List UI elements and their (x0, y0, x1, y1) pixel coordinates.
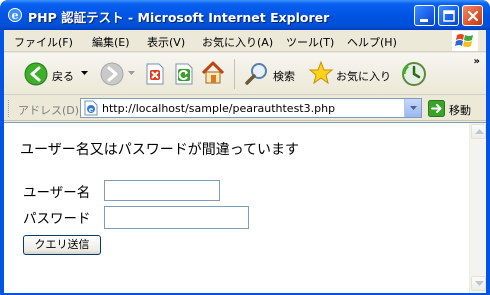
address-field[interactable]: e http://localhost/sample/pearauthtest3.… (80, 98, 422, 118)
menu-favorites[interactable]: お気に入り(A) (202, 34, 273, 50)
minimize-icon (420, 19, 428, 22)
close-icon (467, 10, 479, 22)
scroll-down-button[interactable] (471, 276, 486, 291)
password-label: パスワード (23, 211, 91, 227)
scroll-up-icon (475, 129, 484, 134)
address-label: アドレス(D) (18, 104, 80, 117)
close-button[interactable] (462, 5, 483, 26)
search-label[interactable]: 検索 (273, 68, 295, 84)
forward-dropdown-icon[interactable] (128, 71, 135, 76)
maximize-button[interactable] (438, 5, 459, 26)
ie-icon: e (8, 8, 22, 22)
menu-tools[interactable]: ツール(T) (286, 34, 334, 50)
go-arrow-icon[interactable] (428, 100, 445, 117)
toolbar: 戻る 検索 お気に入り » (4, 53, 486, 95)
username-label: ユーザー名 (23, 185, 91, 201)
error-message: ユーザー名又はパスワードが間違っています (20, 142, 300, 158)
username-input[interactable] (104, 180, 220, 201)
stop-icon[interactable] (145, 63, 165, 85)
back-label[interactable]: 戻る (52, 68, 74, 84)
history-icon[interactable] (400, 60, 428, 88)
back-dropdown-icon[interactable] (81, 71, 88, 76)
address-url: http://localhost/sample/pearauthtest3.ph… (102, 102, 336, 115)
address-dropdown-button[interactable] (404, 99, 421, 117)
title-bar[interactable]: e PHP 認証テスト - Microsoft Internet Explore… (0, 0, 490, 30)
search-icon[interactable] (244, 61, 270, 87)
chevron-down-icon (410, 106, 417, 110)
vertical-scrollbar[interactable] (469, 123, 486, 293)
menu-view[interactable]: 表示(V) (147, 34, 185, 50)
password-input[interactable] (104, 206, 249, 229)
page-icon: e (84, 100, 98, 116)
minimize-button[interactable] (414, 5, 435, 26)
svg-text:e: e (12, 9, 19, 22)
menu-help[interactable]: ヘルプ(H) (347, 34, 397, 50)
favorites-label[interactable]: お気に入り (336, 68, 391, 84)
refresh-icon[interactable] (174, 63, 194, 85)
home-icon[interactable] (200, 60, 226, 86)
svg-text:e: e (89, 105, 94, 114)
address-bar: アドレス(D) e http://localhost/sample/pearau… (4, 96, 486, 121)
back-icon[interactable] (24, 62, 48, 86)
scroll-up-button[interactable] (471, 124, 486, 139)
menu-bar: ファイル(F) 編集(E) 表示(V) お気に入り(A) ツール(T) ヘルプ(… (4, 30, 486, 52)
go-label[interactable]: 移動 (449, 102, 471, 118)
menu-edit[interactable]: 編集(E) (92, 34, 130, 50)
client-area: ファイル(F) 編集(E) 表示(V) お気に入り(A) ツール(T) ヘルプ(… (4, 30, 486, 295)
page-content: ユーザー名又はパスワードが間違っています ユーザー名 パスワード クエリ送信 (4, 122, 486, 293)
scroll-down-icon (475, 281, 484, 286)
menu-file[interactable]: ファイル(F) (14, 34, 73, 50)
forward-icon[interactable] (100, 62, 124, 86)
maximize-icon (443, 10, 455, 22)
browser-window: e PHP 認証テスト - Microsoft Internet Explore… (0, 0, 490, 295)
favorites-star-icon[interactable] (308, 60, 334, 86)
window-title: PHP 認証テスト - Microsoft Internet Explorer (28, 10, 330, 25)
toolbar-separator (234, 59, 235, 89)
toolbar-more-chevron[interactable]: » (474, 56, 480, 67)
submit-button[interactable]: クエリ送信 (23, 235, 101, 255)
windows-logo-icon (452, 31, 478, 51)
address-grip[interactable] (8, 100, 11, 117)
